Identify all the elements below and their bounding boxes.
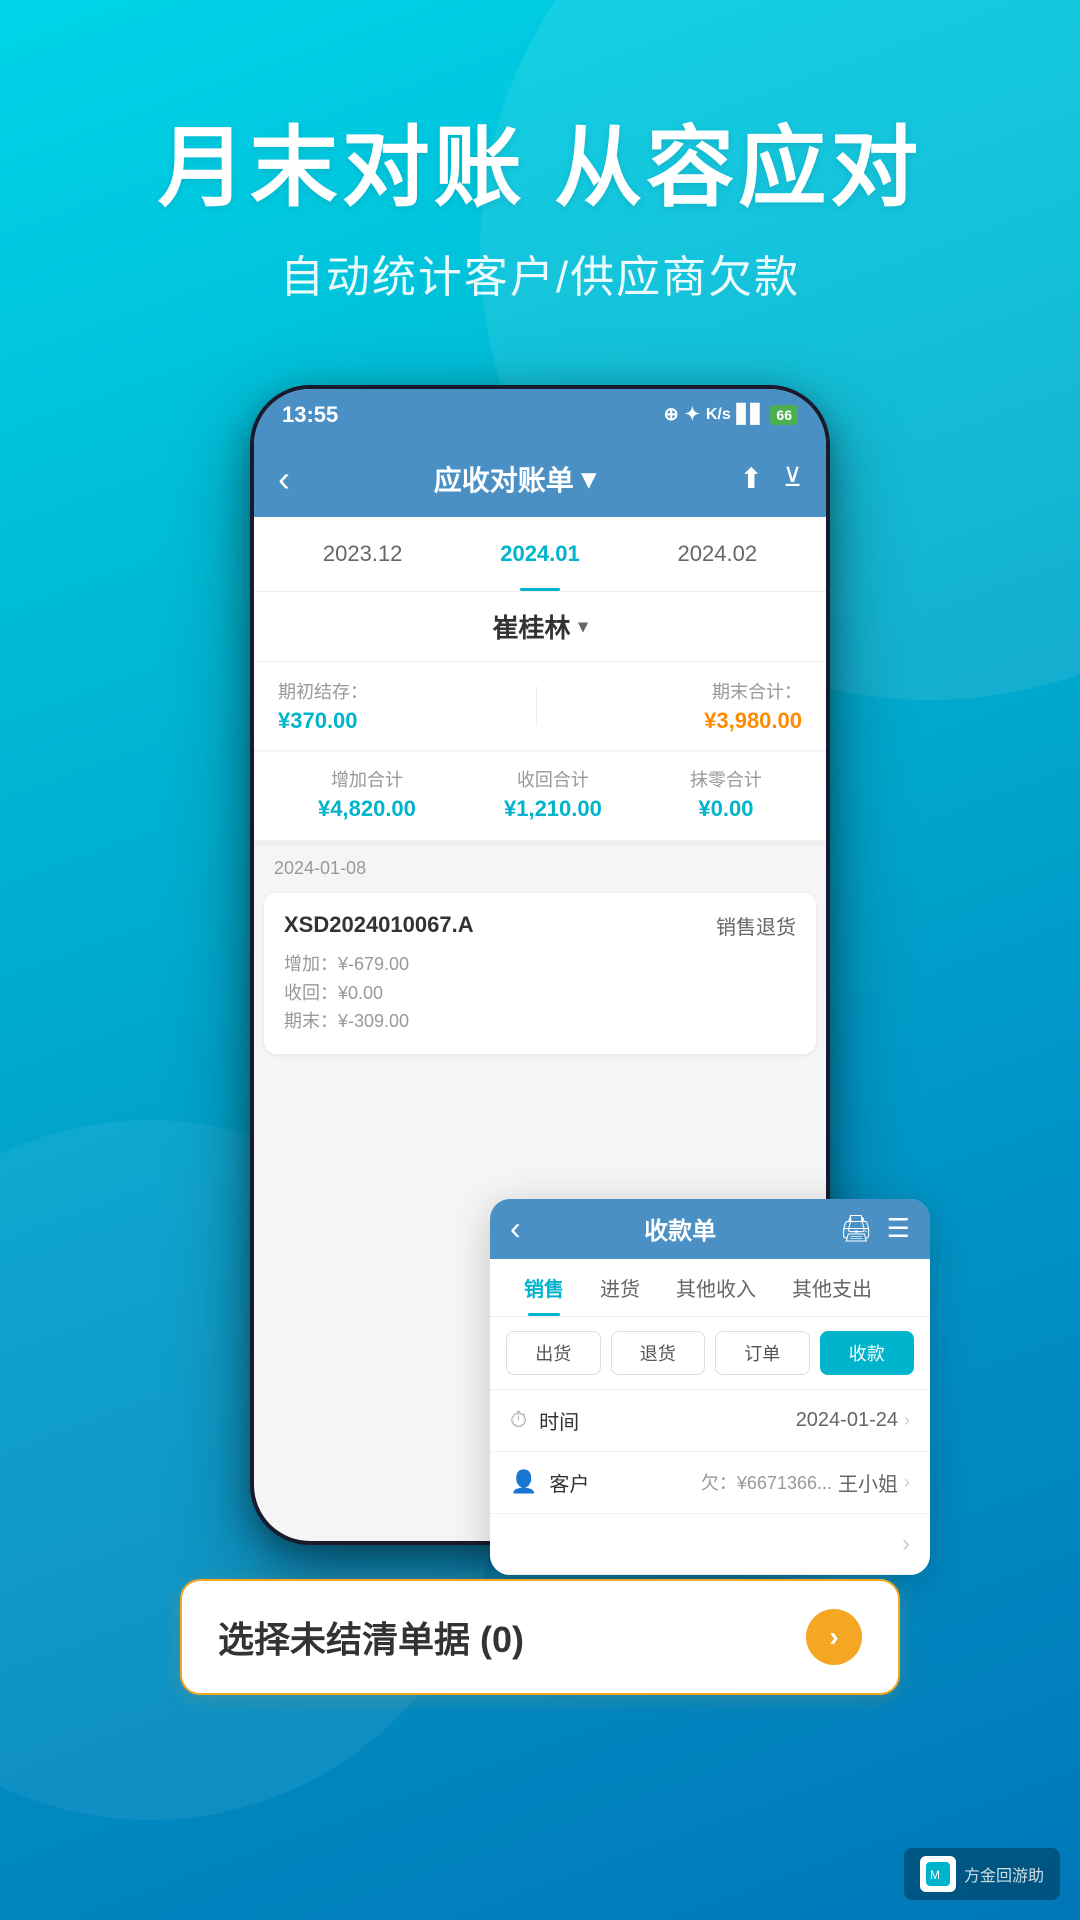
time-value[interactable]: 2024-01-24 › (796, 1409, 910, 1432)
closing-value: ¥3,980.00 (704, 708, 802, 734)
arrow-icon: › (829, 1621, 838, 1653)
watermark-icon: M (920, 1856, 956, 1892)
wifi-icon: K/s (706, 406, 731, 424)
recover-stat: 收回合计 ¥1,210.00 (504, 766, 602, 822)
tab-other-income[interactable]: 其他收入 (658, 1259, 774, 1316)
overlay-header: ‹ 收款单 🖨 ☰ (490, 1199, 930, 1259)
customer-form-value[interactable]: 欠：¥6671366... 王小姐 › (701, 1468, 910, 1497)
sub-title: 自动统计客户/供应商欠款 (158, 241, 922, 305)
overlay-title: 收款单 (644, 1211, 716, 1246)
app-header: ‹ 应收对账单 ▾ ⬆ ⊻ (254, 441, 826, 517)
transaction-detail: 增加：¥-679.00 收回：¥0.00 期末：¥-309.00 (284, 950, 796, 1036)
watermark-text: 方金回游助 (964, 1862, 1044, 1886)
overlay-card: ‹ 收款单 🖨 ☰ 销售 进货 其他收入 其他支出 出货 退货 订单 收款 (490, 1199, 930, 1575)
transaction-type: 销售退货 (716, 911, 796, 940)
page-container: 月末对账 从容应对 自动统计客户/供应商欠款 13:55 ⊕ ✦ K/s ▋▋ … (0, 0, 1080, 1920)
battery-icon: 66 (770, 405, 798, 425)
tab-purchase[interactable]: 进货 (582, 1259, 658, 1316)
extra-row-arrow: › (902, 1530, 910, 1558)
opening-stat: 期初结存： ¥370.00 (278, 678, 368, 734)
main-title: 月末对账 从容应对 (158, 120, 922, 217)
header-actions: ⬆ ⊻ (739, 462, 802, 495)
time-icon: ⏱ (510, 1407, 527, 1433)
customer-dropdown-icon[interactable]: ▾ (578, 616, 587, 637)
customer-row: 崔桂林 ▾ (254, 592, 826, 662)
tab-sales[interactable]: 销售 (506, 1259, 582, 1316)
zero-value: ¥0.00 (690, 796, 762, 822)
detail-stats: 增加合计 ¥4,820.00 收回合计 ¥1,210.00 抹零合计 ¥0.00 (254, 752, 826, 840)
zero-label: 抹零合计 (690, 766, 762, 792)
transaction-card[interactable]: XSD2024010067.A 销售退货 增加：¥-679.00 收回：¥0.0… (264, 893, 816, 1054)
customer-arrow-icon: › (904, 1472, 910, 1493)
date-tab-2024-02[interactable]: 2024.02 (662, 535, 774, 573)
customer-name: 崔桂林 (492, 608, 570, 645)
recover-label: 收回合计 (504, 766, 602, 792)
status-icons: ⊕ ✦ K/s ▋▋ 66 (664, 404, 798, 425)
transaction-header: XSD2024010067.A 销售退货 (284, 911, 796, 940)
payment-button[interactable]: 收款 (820, 1331, 915, 1375)
opening-label: 期初结存： (278, 678, 368, 704)
date-section: 2024-01-08 (254, 846, 826, 887)
transaction-period-end: 期末：¥-309.00 (284, 1007, 796, 1036)
signal-icon: ✦ (685, 404, 700, 425)
overlay-tabs: 销售 进货 其他收入 其他支出 (490, 1259, 930, 1317)
recover-value: ¥1,210.00 (504, 796, 602, 822)
app-title: 应收对账单 (434, 459, 574, 499)
date-tab-2023-12[interactable]: 2023.12 (307, 535, 419, 573)
customer-icon: 👤 (510, 1469, 537, 1495)
print-icon[interactable]: 🖨 (840, 1213, 873, 1244)
time-row: ⏱ 时间 2024-01-24 › (490, 1390, 930, 1452)
header-title-container: 应收对账单 ▾ (434, 459, 596, 499)
increase-stat: 增加合计 ¥4,820.00 (318, 766, 416, 822)
customer-form-row: 👤 客户 欠：¥6671366... 王小姐 › (490, 1452, 930, 1514)
return-button[interactable]: 退货 (611, 1331, 706, 1375)
cellular-icon: ▋▋ (737, 404, 765, 425)
increase-value: ¥4,820.00 (318, 796, 416, 822)
transaction-increase: 增加：¥-679.00 (284, 950, 796, 979)
period-divider (536, 686, 537, 726)
dropdown-icon[interactable]: ▾ (582, 462, 596, 495)
transaction-recover: 收回：¥0.00 (284, 979, 796, 1008)
bottom-orange-card[interactable]: 选择未结清单据 (0) › (180, 1579, 900, 1695)
customer-debt: 欠：¥6671366... (701, 1469, 832, 1495)
bottom-card-text: 选择未结清单据 (0) (218, 1611, 524, 1663)
closing-label: 期末合计： (704, 678, 802, 704)
order-button[interactable]: 订单 (715, 1331, 810, 1375)
overlay-back-button[interactable]: ‹ (510, 1210, 521, 1247)
customer-form-label: 客户 (549, 1468, 701, 1497)
opening-value: ¥370.00 (278, 708, 368, 734)
filter-button[interactable]: ⊻ (783, 462, 802, 495)
phone-wrapper: 13:55 ⊕ ✦ K/s ▋▋ 66 ‹ 应收对账单 ▾ (150, 385, 930, 1685)
date-tab-2024-01[interactable]: 2024.01 (484, 535, 596, 573)
bluetooth-icon: ⊕ (664, 404, 679, 425)
watermark: M 方金回游助 (904, 1848, 1060, 1900)
app-content: 2023.12 2024.01 2024.02 崔桂林 ▾ 期初结存： ¥370… (254, 517, 826, 1070)
time-label: 时间 (539, 1406, 796, 1435)
customer-name-value: 王小姐 (838, 1468, 898, 1497)
bottom-card-arrow[interactable]: › (806, 1609, 862, 1665)
closing-stat: 期末合计： ¥3,980.00 (704, 678, 802, 734)
status-time: 13:55 (282, 402, 338, 428)
svg-text:M: M (930, 1868, 940, 1882)
period-stats-row: 期初结存： ¥370.00 期末合计： ¥3,980.00 (254, 662, 826, 751)
header-section: 月末对账 从容应对 自动统计客户/供应商欠款 (158, 0, 922, 305)
menu-icon[interactable]: ☰ (887, 1213, 910, 1244)
increase-label: 增加合计 (318, 766, 416, 792)
transaction-date: 2024-01-08 (274, 858, 366, 878)
extra-row: › (490, 1514, 930, 1575)
transaction-id: XSD2024010067.A (284, 912, 474, 938)
outgoing-button[interactable]: 出货 (506, 1331, 601, 1375)
tab-other-expense[interactable]: 其他支出 (774, 1259, 890, 1316)
overlay-actions: 🖨 ☰ (840, 1213, 910, 1244)
back-button[interactable]: ‹ (278, 458, 290, 500)
status-bar: 13:55 ⊕ ✦ K/s ▋▋ 66 (254, 389, 826, 441)
share-button[interactable]: ⬆ (739, 462, 762, 495)
action-buttons: 出货 退货 订单 收款 (490, 1317, 930, 1390)
date-tabs: 2023.12 2024.01 2024.02 (254, 517, 826, 592)
time-arrow-icon: › (904, 1410, 910, 1431)
zero-stat: 抹零合计 ¥0.00 (690, 766, 762, 822)
